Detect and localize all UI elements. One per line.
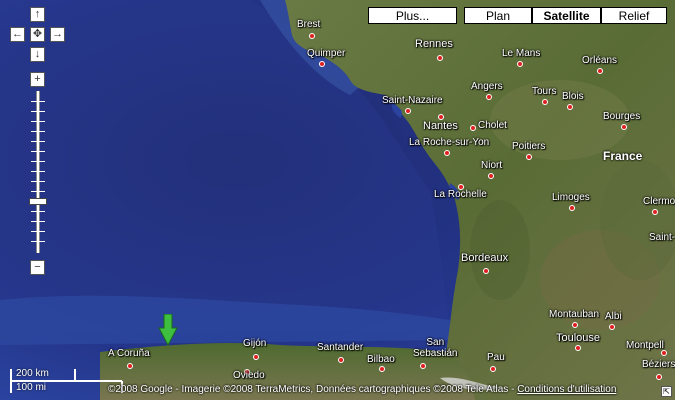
zoom-slider-thumb[interactable] <box>29 198 47 205</box>
scale-mi-label: 100 mi <box>16 382 47 393</box>
scale-km-label: 200 km <box>16 368 49 379</box>
pan-center-button[interactable]: ✥ <box>30 27 45 42</box>
more-map-types-button[interactable]: Plus... <box>368 7 457 24</box>
resize-corner-icon[interactable]: ⇱ <box>661 386 672 397</box>
pan-right-button[interactable]: → <box>50 27 65 42</box>
map-type-plan-button[interactable]: Plan <box>464 7 532 24</box>
green-arrow-marker-icon[interactable] <box>158 314 178 346</box>
map-type-satellite-button[interactable]: Satellite <box>532 7 601 24</box>
pan-up-button[interactable]: ↑ <box>30 7 45 22</box>
zoom-slider[interactable] <box>29 91 47 253</box>
terms-of-use-link[interactable]: Conditions d'utilisation <box>517 384 616 395</box>
country-label: France <box>603 149 643 163</box>
pan-down-button[interactable]: ↓ <box>30 47 45 62</box>
zoom-slider-rail <box>36 91 40 253</box>
map-type-relief-button[interactable]: Relief <box>601 7 667 24</box>
zoom-in-button[interactable]: + <box>30 72 45 87</box>
map-canvas[interactable]: Plus... Plan Satellite Relief ↑ ← ✥ → ↓ … <box>0 0 675 400</box>
zoom-out-button[interactable]: − <box>30 260 45 275</box>
copyright-text: ©2008 Google - Imagerie ©2008 TerraMetri… <box>108 384 617 395</box>
pan-left-button[interactable]: ← <box>10 27 25 42</box>
